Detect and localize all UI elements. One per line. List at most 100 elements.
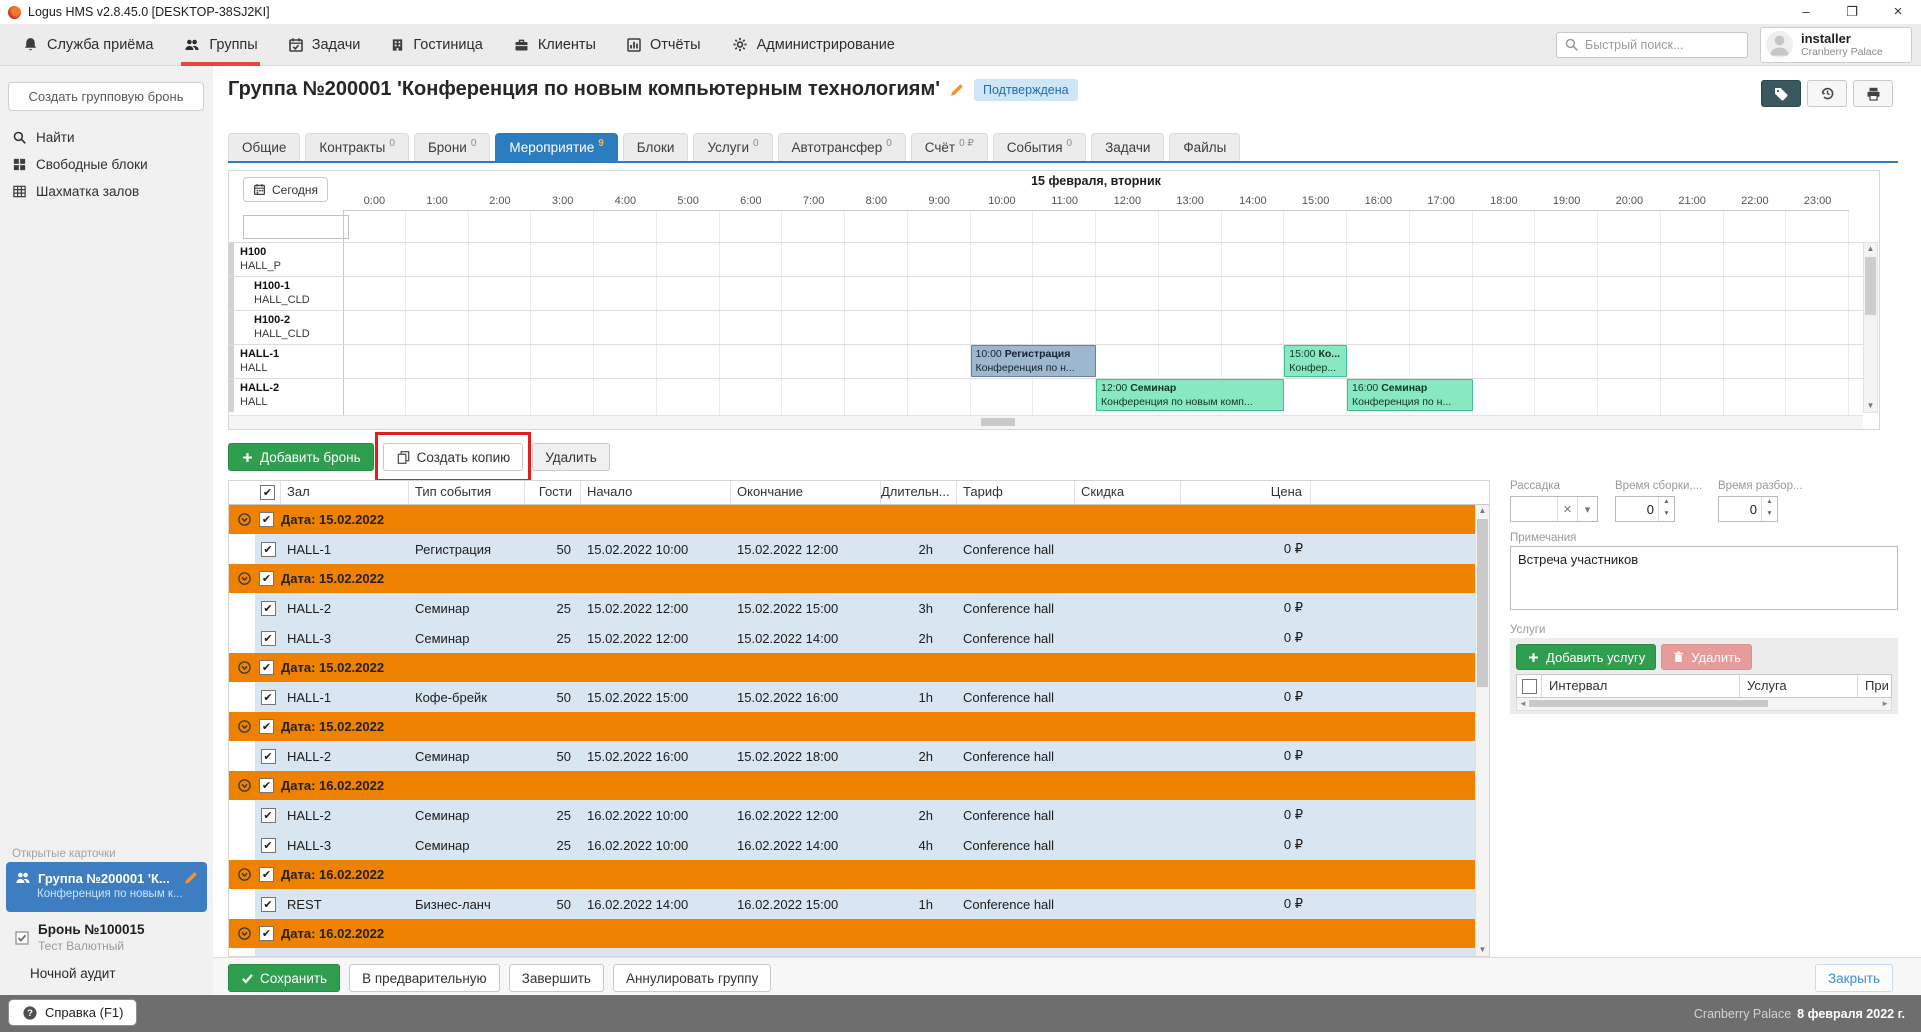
pencil-icon[interactable] — [183, 870, 199, 886]
sidebar-item-night-audit[interactable]: Ночной аудит — [30, 966, 116, 981]
print-button[interactable] — [1853, 80, 1893, 107]
group-checkbox[interactable] — [259, 867, 274, 882]
scroll-left-icon[interactable]: ◄ — [1519, 698, 1527, 710]
row-checkbox[interactable] — [261, 542, 276, 557]
timeline-event[interactable]: 15:00 Ко...Конфер... — [1284, 345, 1347, 377]
table-row[interactable]: HALL-2Семинар5015.02.2022 16:0015.02.202… — [229, 741, 1475, 771]
group-checkbox[interactable] — [259, 778, 274, 793]
group-checkbox[interactable] — [259, 926, 274, 941]
close-button[interactable]: × — [1875, 0, 1921, 24]
group-checkbox[interactable] — [259, 660, 274, 675]
quick-search-input[interactable]: Быстрый поиск... — [1556, 32, 1748, 58]
tab-event[interactable]: Мероприятие9 — [495, 133, 617, 161]
collapse-group-icon[interactable] — [237, 719, 252, 734]
group-checkbox[interactable] — [259, 512, 274, 527]
chevron-down-icon[interactable]: ▾ — [1577, 497, 1597, 521]
timeline-horizontal-scrollbar[interactable] — [229, 415, 1863, 429]
clear-icon[interactable]: ✕ — [1557, 497, 1577, 521]
save-button[interactable]: Сохранить — [228, 964, 340, 992]
row-checkbox[interactable] — [261, 956, 276, 957]
menu-item-administration[interactable]: Администрирование — [731, 36, 895, 53]
table-vertical-scrollbar[interactable]: ▲ ▼ — [1475, 505, 1489, 956]
column-header[interactable]: Тип события — [409, 481, 525, 504]
table-row[interactable]: HALL-3Семинар2516.02.2022 10:0016.02.202… — [229, 830, 1475, 860]
notes-textarea[interactable]: Встреча участников — [1510, 546, 1898, 610]
assembly-time-stepper[interactable]: 0 ▲▼ — [1615, 496, 1675, 522]
column-header[interactable]: Цена — [1181, 481, 1311, 504]
table-group-row[interactable]: Дата: 16.02.2022 — [229, 860, 1475, 889]
hall-filter-input[interactable] — [243, 215, 349, 239]
sidebar-card-booking[interactable]: Бронь №100015 Тест Валютный — [14, 922, 145, 953]
select-all-checkbox[interactable] — [260, 485, 275, 500]
maximize-button[interactable]: ❐ — [1829, 0, 1875, 24]
group-checkbox[interactable] — [259, 719, 274, 734]
finish-button[interactable]: Завершить — [509, 964, 604, 992]
timeline-event[interactable]: 10:00 РегистрацияКонференция по н... — [971, 345, 1097, 377]
tab-files[interactable]: Файлы — [1169, 133, 1240, 161]
row-checkbox[interactable] — [261, 749, 276, 764]
table-row[interactable]: HALL-3Семинар5016.02.2022 15:0016.02.202… — [229, 948, 1475, 956]
sidebar-item-free-blocks[interactable]: Свободные блоки — [0, 151, 213, 178]
create-group-booking-button[interactable]: Создать групповую бронь — [8, 82, 204, 111]
column-header[interactable]: Гости — [525, 481, 581, 504]
tab-services[interactable]: Услуги0 — [693, 133, 772, 161]
scroll-up-icon[interactable]: ▲ — [1476, 505, 1489, 517]
menu-item-tasks[interactable]: Задачи — [288, 37, 361, 53]
scroll-right-icon[interactable]: ► — [1881, 698, 1889, 710]
table-row[interactable]: HALL-3Семинар2515.02.2022 12:0015.02.202… — [229, 623, 1475, 653]
column-header[interactable]: Скидка — [1075, 481, 1181, 504]
tab-contracts[interactable]: Контракты0 — [305, 133, 409, 161]
row-checkbox[interactable] — [261, 897, 276, 912]
timeline-vertical-scrollbar[interactable]: ▲ ▼ — [1863, 242, 1878, 413]
table-row[interactable]: HALL-2Семинар2515.02.2022 12:0015.02.202… — [229, 593, 1475, 623]
collapse-group-icon[interactable] — [237, 926, 252, 941]
table-group-row[interactable]: Дата: 15.02.2022 — [229, 712, 1475, 741]
sidebar-item-find[interactable]: Найти — [0, 124, 213, 151]
row-checkbox[interactable] — [261, 631, 276, 646]
table-row[interactable]: HALL-1Кофе-брейк5015.02.2022 15:0015.02.… — [229, 682, 1475, 712]
menu-item-groups[interactable]: Группы — [183, 37, 257, 53]
sidebar-item-hall-chess[interactable]: Шахматка залов — [0, 178, 213, 205]
menu-item-hotel[interactable]: Гостиница — [390, 37, 482, 53]
column-header[interactable]: Зал — [281, 481, 409, 504]
column-header[interactable]: Окончание — [731, 481, 881, 504]
timeline-event[interactable]: 16:00 СеминарКонференция по н... — [1347, 379, 1473, 411]
menu-item-clients[interactable]: Клиенты — [513, 37, 596, 53]
menu-item-reception[interactable]: Служба приёма — [22, 36, 153, 53]
tags-button[interactable] — [1761, 80, 1801, 107]
to-preliminary-button[interactable]: В предварительную — [349, 964, 500, 992]
table-group-row[interactable]: Дата: 15.02.2022 — [229, 505, 1475, 534]
tab-general[interactable]: Общие — [228, 133, 300, 161]
disassembly-time-stepper[interactable]: 0 ▲▼ — [1718, 496, 1778, 522]
collapse-group-icon[interactable] — [237, 512, 252, 527]
tab-invoice[interactable]: Счёт0 ₽ — [911, 133, 988, 161]
service-column-header[interactable]: Интервал — [1542, 675, 1740, 697]
table-group-row[interactable]: Дата: 16.02.2022 — [229, 771, 1475, 800]
collapse-group-icon[interactable] — [237, 867, 252, 882]
today-button[interactable]: Сегодня — [243, 177, 328, 202]
close-card-button[interactable]: Закрыть — [1815, 964, 1893, 992]
annul-group-button[interactable]: Аннулировать группу — [613, 964, 771, 992]
add-booking-button[interactable]: Добавить бронь — [228, 443, 374, 471]
column-header[interactable]: Тариф — [957, 481, 1075, 504]
scroll-down-icon[interactable]: ▼ — [1864, 400, 1877, 412]
history-button[interactable] — [1807, 80, 1847, 107]
row-checkbox[interactable] — [261, 808, 276, 823]
group-checkbox[interactable] — [259, 571, 274, 586]
row-checkbox[interactable] — [261, 838, 276, 853]
row-checkbox[interactable] — [261, 690, 276, 705]
row-checkbox[interactable] — [261, 601, 276, 616]
table-row[interactable]: HALL-2Семинар2516.02.2022 10:0016.02.202… — [229, 800, 1475, 830]
collapse-group-icon[interactable] — [237, 660, 252, 675]
column-header[interactable]: Начало — [581, 481, 731, 504]
tab-bookings[interactable]: Брони0 — [414, 133, 490, 161]
spin-up-icon[interactable]: ▲ — [1659, 497, 1674, 509]
table-group-row[interactable]: Дата: 16.02.2022 — [229, 919, 1475, 948]
delete-service-button[interactable]: Удалить — [1661, 644, 1752, 670]
delete-button[interactable]: Удалить — [532, 443, 610, 471]
tab-tasks[interactable]: Задачи — [1091, 133, 1164, 161]
table-row[interactable]: RESTБизнес-ланч5016.02.2022 14:0016.02.2… — [229, 889, 1475, 919]
services-horizontal-scrollbar[interactable]: ◄ ► — [1516, 698, 1892, 711]
tab-autotransfer[interactable]: Автотрансфер0 — [778, 133, 906, 161]
tab-happenings[interactable]: События0 — [993, 133, 1086, 161]
